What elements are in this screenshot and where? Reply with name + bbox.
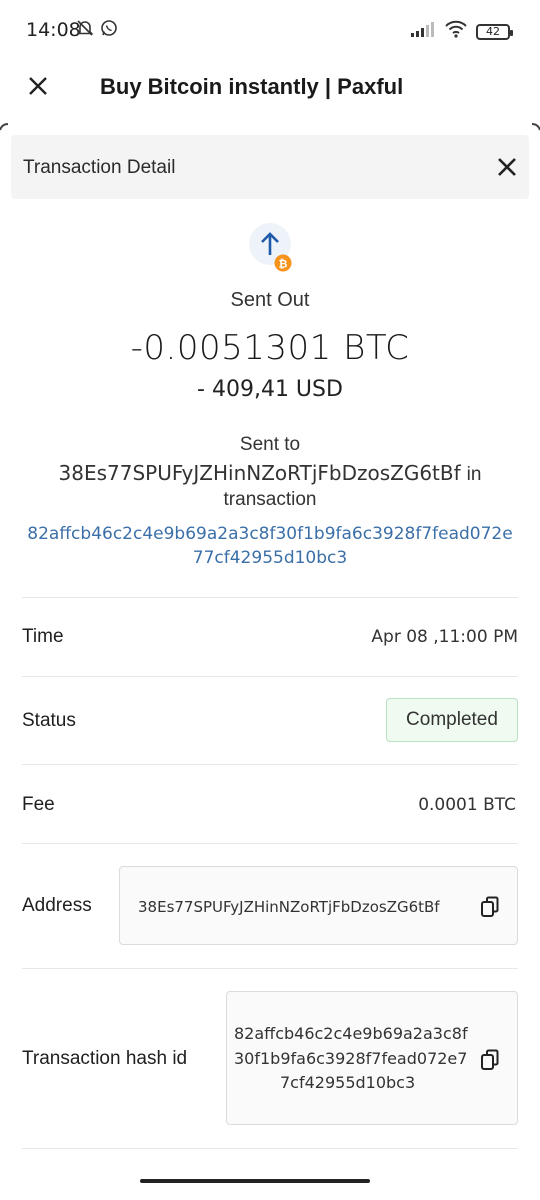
- divider: [22, 676, 518, 677]
- battery-icon: 42: [476, 23, 513, 40]
- copy-icon[interactable]: [480, 1049, 500, 1071]
- app-bar: Buy Bitcoin instantly | Paxful: [0, 60, 540, 118]
- hash-link-line[interactable]: 82affcb46c2c4e9b69a2a3c8f30f1b9fa6c3928f…: [20, 522, 520, 546]
- in-label: in: [466, 464, 482, 485]
- transaction-kind: Sent Out: [230, 289, 310, 311]
- hash-link-line[interactable]: 77cf42955d10bc3: [20, 546, 520, 570]
- divider: [22, 843, 518, 844]
- page-title: Buy Bitcoin instantly | Paxful: [100, 74, 404, 99]
- arrow-up-bitcoin-icon: ₿: [248, 222, 294, 272]
- time-label: Time: [22, 626, 64, 647]
- fee-value: 0.0001 BTC: [418, 795, 516, 815]
- status-time: 14:08: [26, 19, 81, 41]
- divider: [22, 764, 518, 765]
- hash-label: Transaction hash id: [22, 1048, 188, 1069]
- divider: [22, 1148, 518, 1149]
- address-box[interactable]: 38Es77SPUFyJZHinNZoRTjFbDzosZG6tBf: [119, 866, 518, 945]
- divider: [22, 968, 518, 969]
- signal-icon: [410, 21, 436, 42]
- status-badge: Completed: [386, 698, 518, 742]
- status-bar: 14:08 42: [0, 0, 540, 60]
- copy-icon[interactable]: [480, 896, 500, 918]
- transaction-detail-header: Transaction Detail: [11, 135, 529, 199]
- usd-amount: - 409,41 USD: [197, 377, 343, 402]
- close-icon[interactable]: [495, 155, 519, 179]
- recipient-address-line: 38Es77SPUFyJZHinNZoRTjFbDzosZG6tBf in: [0, 461, 540, 486]
- transaction-hash-link[interactable]: 82affcb46c2c4e9b69a2a3c8f30f1b9fa6c3928f…: [20, 522, 520, 570]
- mute-bell-icon: [76, 19, 94, 42]
- time-value: Apr 08 ,11:00 PM: [371, 627, 518, 647]
- sent-to-label: Sent to: [239, 434, 301, 455]
- transaction-label: transaction: [223, 489, 317, 510]
- panel-title: Transaction Detail: [23, 157, 176, 178]
- fee-label: Fee: [22, 794, 55, 815]
- close-icon[interactable]: [24, 72, 54, 102]
- recipient-address: 38Es77SPUFyJZHinNZoRTjFbDzosZG6tBf: [58, 461, 461, 485]
- home-indicator: [140, 1179, 370, 1183]
- whatsapp-icon: [100, 19, 118, 42]
- hash-line[interactable]: 7cf42955d10bc3: [280, 1073, 415, 1092]
- hash-line[interactable]: 30f1b9fa6c3928f7fead072e7: [234, 1049, 467, 1068]
- hash-line[interactable]: 82affcb46c2c4e9b69a2a3c8f: [234, 1024, 468, 1043]
- divider: [22, 597, 518, 598]
- status-label: Status: [22, 710, 76, 731]
- address-value[interactable]: 38Es77SPUFyJZHinNZoRTjFbDzosZG6tBf: [138, 898, 440, 916]
- svg-text:₿: ₿: [279, 258, 288, 271]
- btc-amount: -0.0051301 BTC: [130, 328, 410, 368]
- wifi-icon: [444, 20, 468, 43]
- hash-box[interactable]: 82affcb46c2c4e9b69a2a3c8f 30f1b9fa6c3928…: [226, 991, 518, 1125]
- address-label: Address: [22, 895, 92, 916]
